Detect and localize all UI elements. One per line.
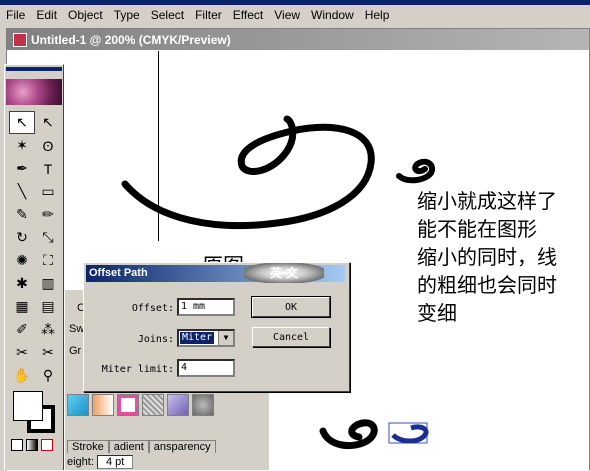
line-tool-icon[interactable]: ╲ [9, 180, 35, 203]
menu-type[interactable]: Type [114, 8, 140, 22]
paintbrush-tool-icon[interactable]: ✎ [9, 203, 35, 226]
selection-tool-icon[interactable]: ↖ [9, 111, 35, 134]
note-line: 能不能在图形 [417, 217, 537, 241]
mesh-tool-icon[interactable]: ▦ [9, 295, 35, 318]
menu-bar: File Edit Object Type Select Filter Effe… [0, 5, 590, 25]
menu-file[interactable]: File [6, 8, 25, 22]
chevron-down-icon[interactable]: ▼ [218, 331, 233, 345]
joins-select[interactable]: Miter ▼ [177, 329, 235, 347]
hand-tool-icon[interactable]: ✋ [9, 364, 35, 387]
note-line: 缩小的同时，线 [417, 245, 557, 269]
fill-swatch[interactable] [13, 391, 43, 421]
none-button[interactable] [41, 439, 53, 451]
menu-edit[interactable]: Edit [36, 8, 57, 22]
slice-tool-icon[interactable]: ✂ [9, 341, 35, 364]
rectangle-tool-icon[interactable]: ▭ [35, 180, 61, 203]
symbol-sprayer-tool-icon[interactable]: ✱ [9, 272, 35, 295]
swatch-pattern-gray[interactable] [142, 394, 164, 416]
warp-tool-icon[interactable]: ✺ [9, 249, 35, 272]
menu-object[interactable]: Object [68, 8, 103, 22]
stroke-weight-field[interactable]: 4 pt [96, 455, 134, 469]
cancel-button[interactable]: Cancel [252, 327, 330, 347]
selected-shape-stroke [391, 424, 429, 444]
zoom-tool-icon[interactable]: ⚲ [35, 364, 61, 387]
eyedropper-tool-icon[interactable]: ✐ [9, 318, 35, 341]
note-line: 变细 [417, 301, 457, 325]
stroke-panel: Stroke adient ansparency eight: 4 pt [67, 440, 267, 470]
toolbox: ↖ ↖ ✶ ʘ ✒ T ╲ ▭ ✎ ✏ ↻ ⤡ ✺ ⛶ ✱ ▥ ▦ ▤ ✐ ⁂ ✂ ✂ ✋ ⚲ [4, 64, 64, 470]
menu-view[interactable]: View [274, 8, 300, 22]
gradient-button[interactable] [26, 439, 38, 451]
tab-swatches[interactable]: Sw [69, 323, 84, 335]
document-title: Untitled-1 @ 200% (CMYK/Preview) [31, 32, 231, 47]
offset-path-dialog: Offset Path 英 文 Offset: 1 mm Joins: Mite… [83, 262, 350, 392]
graph-tool-icon[interactable]: ▥ [35, 272, 61, 295]
type-tool-icon[interactable]: T [35, 157, 61, 180]
document-icon [13, 32, 27, 47]
stroke-weight-label: eight: [67, 456, 94, 468]
swatch-pink[interactable] [117, 394, 139, 416]
tab-stroke[interactable]: Stroke [67, 440, 109, 453]
swatch-texture[interactable] [192, 394, 214, 416]
offset-label: Offset: [131, 303, 174, 314]
ok-button[interactable]: OK [251, 296, 331, 318]
annotation-note: 缩小就成这样了 能不能在图形 缩小的同时，线 的粗细也会同时 变细 [417, 187, 589, 327]
scissors-tool-icon[interactable]: ✂ [35, 341, 61, 364]
color-mode-buttons [11, 439, 53, 451]
swatch-lavender[interactable] [167, 394, 189, 416]
menu-filter[interactable]: Filter [195, 8, 222, 22]
pen-tool-icon[interactable]: ✒ [9, 157, 35, 180]
tab-gradient-panel[interactable]: adient [108, 440, 149, 453]
joins-value: Miter [180, 332, 215, 344]
note-line: 的粗细也会同时 [417, 273, 557, 297]
swatch-grid [67, 394, 214, 416]
shrunk-stroke-bottom [319, 419, 378, 450]
tab-gradient[interactable]: Gr [69, 345, 81, 357]
blend-tool-icon[interactable]: ⁂ [35, 318, 61, 341]
miter-limit-label: Miter limit: [101, 364, 174, 375]
offset-field[interactable]: 1 mm [177, 298, 235, 316]
pencil-tool-icon[interactable]: ✏ [35, 203, 61, 226]
gradient-tool-icon[interactable]: ▤ [35, 295, 61, 318]
menu-help[interactable]: Help [365, 8, 390, 22]
menu-effect[interactable]: Effect [233, 8, 263, 22]
tab-transparency[interactable]: ansparency [148, 440, 216, 453]
watermark-stamp: 英 文 [244, 263, 324, 283]
direct-selection-tool-icon[interactable]: ↖ [35, 111, 61, 134]
magic-wand-tool-icon[interactable]: ✶ [9, 134, 35, 157]
lasso-tool-icon[interactable]: ʘ [35, 134, 61, 157]
miter-limit-field[interactable]: 4 [177, 359, 235, 377]
fill-stroke-swatches [11, 391, 61, 435]
menu-window[interactable]: Window [311, 8, 354, 22]
note-line: 缩小就成这样了 [417, 189, 557, 213]
tool-grid: ↖ ↖ ✶ ʘ ✒ T ╲ ▭ ✎ ✏ ↻ ⤡ ✺ ⛶ ✱ ▥ ▦ ▤ ✐ ⁂ ✂ ✂ ✋ ⚲ [9, 111, 61, 387]
toolbox-logo [6, 79, 62, 105]
document-title-bar[interactable]: Untitled-1 @ 200% (CMYK/Preview) [7, 29, 589, 50]
joins-label: Joins: [137, 334, 174, 345]
swatch-orange[interactable] [92, 394, 114, 416]
original-stroke-path [121, 115, 375, 230]
color-button[interactable] [11, 439, 23, 451]
shrunk-stroke-small [396, 158, 435, 184]
toolbox-title-bar[interactable] [6, 67, 62, 71]
scale-tool-icon[interactable]: ⤡ [35, 226, 61, 249]
free-transform-tool-icon[interactable]: ⛶ [35, 249, 61, 272]
swatch-cyan[interactable] [67, 394, 89, 416]
rotate-tool-icon[interactable]: ↻ [9, 226, 35, 249]
menu-select[interactable]: Select [151, 8, 184, 22]
